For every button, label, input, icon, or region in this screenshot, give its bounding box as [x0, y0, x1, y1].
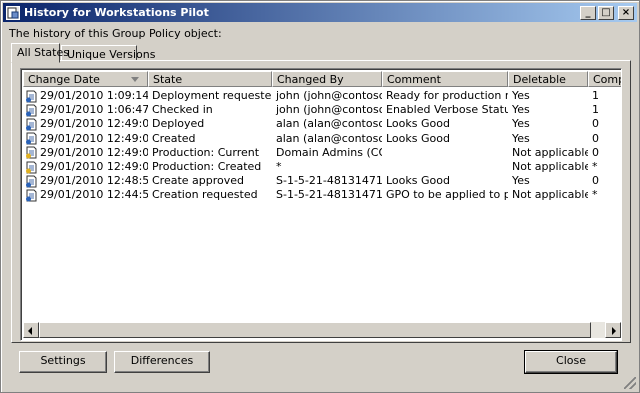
history-list[interactable]: Change Date State Changed By Comment Del…: [20, 68, 622, 341]
change-date-text: 29/01/2010 1:09:14 PM: [40, 89, 148, 103]
cell-changed-by: john (john@contoso.l...: [276, 89, 382, 103]
cell-changed-by: *: [276, 160, 282, 174]
table-row[interactable]: 29/01/2010 12:44:59 PM Creation requested…: [23, 188, 621, 202]
intro-label: The history of this Group Policy object:: [9, 27, 222, 40]
cell-computer: *: [592, 160, 598, 174]
cell-state: Production: Created: [152, 160, 262, 174]
list-header: Change Date State Changed By Comment Del…: [23, 71, 621, 87]
history-dialog: History for Workstations Pilot _ □ × The…: [0, 0, 640, 393]
cell-deletable: Yes: [512, 174, 530, 188]
column-header-deletable[interactable]: Deletable: [508, 71, 588, 87]
cell-change-date: 29/01/2010 12:49:08 PM: [23, 146, 148, 160]
change-date-text: 29/01/2010 12:44:59 PM: [40, 188, 148, 202]
horizontal-scrollbar[interactable]: [23, 322, 621, 338]
cell-change-date: 29/01/2010 12:48:51 PM: [23, 174, 148, 188]
cell-comment: Ready for production rele...: [386, 89, 508, 103]
table-row[interactable]: 29/01/2010 12:49:08 PM Production: Curren…: [23, 145, 621, 160]
change-date-text: 29/01/2010 1:06:47 PM: [40, 103, 148, 117]
column-header-computer[interactable]: Comput: [588, 71, 621, 87]
cell-deletable: Yes: [512, 89, 530, 103]
change-date-text: 29/01/2010 12:49:08 PM: [40, 160, 148, 174]
cell-state: Created: [152, 131, 196, 145]
cell-comment: GPO to be applied to pilot ...: [386, 188, 508, 202]
cell-changed-by: john (john@contoso.l...: [276, 103, 382, 117]
cell-comment: Looks Good: [386, 174, 450, 188]
cell-comment: Looks Good: [386, 117, 450, 131]
production-doc-icon: [25, 146, 38, 159]
cell-computer: 0: [592, 174, 599, 188]
cell-change-date: 29/01/2010 12:44:59 PM: [23, 188, 148, 202]
table-row[interactable]: 29/01/2010 12:49:09 PM Deployed alan (alan…: [23, 117, 621, 131]
change-date-text: 29/01/2010 12:49:09 PM: [40, 117, 148, 131]
scroll-left-button[interactable]: [23, 322, 39, 338]
cell-computer: 0: [592, 131, 599, 145]
cell-change-date: 29/01/2010 1:09:14 PM: [23, 89, 148, 103]
cell-changed-by: S-1-5-21-481314718-...: [276, 188, 382, 202]
tab-panel: Change Date State Changed By Comment Del…: [11, 60, 631, 343]
cell-computer: 1: [592, 103, 599, 117]
cell-computer: 0: [592, 117, 599, 131]
resize-grip[interactable]: [624, 377, 636, 389]
column-header-change-date[interactable]: Change Date: [23, 71, 148, 87]
history-doc-icon: [25, 118, 38, 131]
cell-deletable: Yes: [512, 103, 530, 117]
window-title: History for Workstations Pilot: [24, 6, 209, 19]
table-row[interactable]: 29/01/2010 12:48:51 PM Create approved S-1…: [23, 174, 621, 188]
cell-deletable: Not applicable: [512, 160, 588, 174]
cell-state: Deployed: [152, 117, 205, 131]
change-date-text: 29/01/2010 12:49:09 PM: [40, 131, 148, 145]
history-doc-icon: [25, 175, 38, 188]
history-doc-icon: [25, 104, 38, 117]
cell-computer: *: [592, 188, 598, 202]
scroll-right-button[interactable]: [605, 322, 621, 338]
column-header-changed-by[interactable]: Changed By: [272, 71, 382, 87]
tab-all-states[interactable]: All States: [11, 43, 69, 63]
cell-state: Creation requested: [152, 188, 258, 202]
cell-deletable: Not applicable: [512, 188, 588, 202]
column-header-state[interactable]: State: [148, 71, 272, 87]
cell-deletable: Yes: [512, 131, 530, 145]
differences-button[interactable]: Differences: [114, 351, 210, 373]
production-doc-icon: [25, 161, 38, 174]
cell-comment: Looks Good: [386, 131, 450, 145]
change-date-text: 29/01/2010 12:49:08 PM: [40, 145, 148, 159]
sort-descending-icon: [131, 77, 139, 82]
cell-state: Production: Current: [152, 145, 260, 159]
history-doc-icon: [25, 132, 38, 145]
cell-state: Checked in: [152, 103, 213, 117]
cell-changed-by: S-1-5-21-481314718-...: [276, 174, 382, 188]
title-bar[interactable]: History for Workstations Pilot _ □ ×: [3, 3, 637, 22]
cell-deletable: Not applicable: [512, 145, 588, 159]
cell-changed-by: alan (alan@contoso.l...: [276, 117, 382, 131]
cell-computer: 1: [592, 89, 599, 103]
cell-changed-by: Domain Admins (CON...: [276, 145, 382, 159]
close-button[interactable]: Close: [524, 350, 618, 374]
close-window-button[interactable]: ×: [618, 5, 634, 20]
history-doc-icon: [25, 189, 38, 202]
column-header-comment[interactable]: Comment: [382, 71, 508, 87]
list-rows: 29/01/2010 1:09:14 PM Deployment requeste…: [23, 89, 621, 203]
settings-button[interactable]: Settings: [19, 351, 107, 373]
cell-change-date: 29/01/2010 1:06:47 PM: [23, 103, 148, 117]
maximize-button[interactable]: □: [598, 5, 614, 20]
minimize-button[interactable]: _: [580, 5, 596, 20]
cell-changed-by: alan (alan@contoso.l...: [276, 131, 382, 145]
table-row[interactable]: 29/01/2010 1:09:14 PM Deployment requeste…: [23, 89, 621, 103]
cell-state: Create approved: [152, 174, 245, 188]
history-doc-icon: [25, 90, 38, 103]
cell-change-date: 29/01/2010 12:49:09 PM: [23, 132, 148, 146]
gpo-app-icon: [6, 5, 20, 20]
change-date-text: 29/01/2010 12:48:51 PM: [40, 174, 148, 188]
cell-state: Deployment requested: [152, 89, 272, 103]
cell-comment: Enabled Verbose Status M...: [386, 103, 508, 117]
cell-deletable: Yes: [512, 117, 530, 131]
cell-change-date: 29/01/2010 12:49:09 PM: [23, 117, 148, 131]
table-row[interactable]: 29/01/2010 12:49:08 PM Production: Create…: [23, 160, 621, 174]
table-row[interactable]: 29/01/2010 1:06:47 PM Checked in john (joh…: [23, 103, 621, 117]
table-row[interactable]: 29/01/2010 12:49:09 PM Created alan (alan@…: [23, 131, 621, 146]
cell-change-date: 29/01/2010 12:49:08 PM: [23, 160, 148, 174]
cell-computer: 0: [592, 145, 599, 159]
scroll-thumb[interactable]: [39, 322, 591, 338]
